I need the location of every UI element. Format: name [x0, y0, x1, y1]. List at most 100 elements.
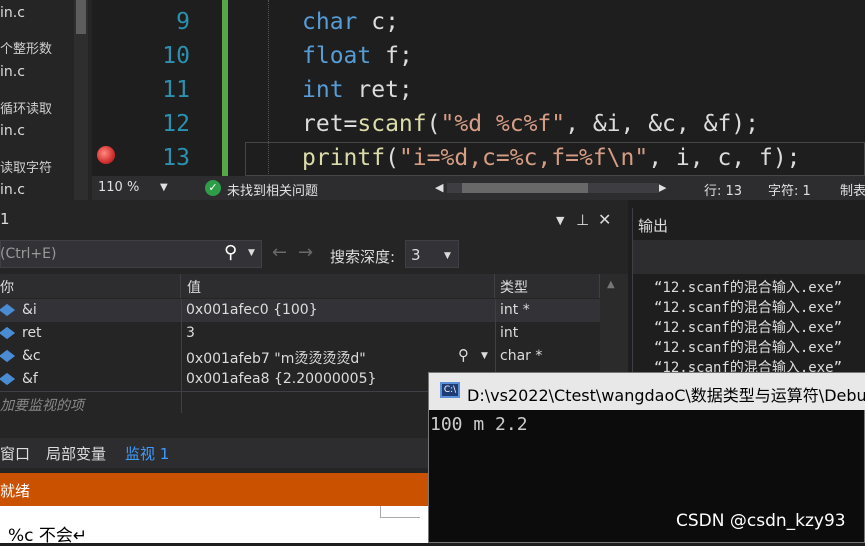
code-line[interactable]: float f; — [302, 43, 413, 69]
scroll-up-icon[interactable]: ▲ — [607, 279, 615, 290]
column-header-type[interactable]: 类型 — [495, 274, 600, 298]
watch-row-name: &c — [22, 348, 41, 364]
column-header-label: 值 — [187, 280, 201, 296]
tab-locals[interactable]: 局部变量 — [46, 443, 106, 464]
breakpoint-icon[interactable] — [97, 146, 115, 164]
tab-window[interactable]: 窗口 — [0, 443, 30, 464]
code-text: f; — [371, 43, 413, 69]
tab-mode-indicator[interactable]: 制表 — [840, 180, 865, 199]
solution-file-item[interactable]: in.c — [0, 5, 25, 21]
variable-icon — [0, 349, 16, 363]
output-line: “12.scanf的混合输入.exe” — [654, 300, 843, 316]
variable-icon — [0, 372, 16, 386]
solution-file-item[interactable]: 读取字符 — [0, 157, 52, 176]
watch-row-type: int * — [500, 302, 530, 318]
line-number: 13 — [162, 145, 190, 171]
code-text: ( — [426, 111, 441, 137]
solution-file-item[interactable]: 循环读取 — [0, 98, 52, 117]
watch-row[interactable]: &c 0x001afeb7 "m烫烫烫烫d" ⚲ ▼ char * — [0, 345, 600, 368]
chevron-down-icon[interactable]: ▼ — [444, 251, 451, 261]
keyword: int — [302, 77, 344, 103]
solution-file-item[interactable]: in.c — [0, 64, 25, 80]
watch-row-name: ret — [22, 325, 42, 341]
close-icon[interactable]: ✕ — [598, 210, 611, 229]
scroll-left-icon[interactable]: ◀ — [435, 181, 443, 194]
search-placeholder: (Ctrl+E) — [0, 246, 57, 262]
explorer-scroll-thumb[interactable] — [76, 0, 86, 34]
watermark: CSDN @csdn_kzy93 — [676, 511, 846, 531]
watch-row-name: &i — [22, 302, 37, 318]
code-line[interactable]: int ret; — [302, 77, 413, 103]
code-line[interactable]: printf("i=%d,c=%c,f=%f\n", i, c, f); — [302, 145, 801, 171]
horizontal-scroll-thumb[interactable] — [462, 183, 588, 193]
line-number: 12 — [162, 111, 190, 137]
console-title-bar[interactable]: D:\vs2022\Ctest\wangdaoC\数据类型与运算符\Debug — [429, 373, 865, 410]
watch-row[interactable]: &i 0x001afec0 {100} int * — [0, 299, 600, 322]
watch-row[interactable]: ret 3 int — [0, 322, 600, 345]
code-text: , i, c, f); — [648, 145, 801, 171]
visualizer-dropdown-icon[interactable]: ▼ — [481, 351, 488, 361]
line-number: 11 — [162, 77, 190, 103]
console-title: D:\vs2022\Ctest\wangdaoC\数据类型与运算符\Debug — [467, 386, 865, 405]
forward-arrow-icon[interactable]: → — [298, 242, 313, 263]
output-line: “12.scanf的混合输入.exe” — [654, 280, 843, 296]
column-divider — [181, 299, 182, 413]
string-literal: "i=%d,c=%c,f=%f\n" — [398, 145, 649, 171]
watch-row-type: int — [500, 325, 519, 341]
char-indicator: 字符: 1 — [768, 184, 811, 199]
variable-icon — [0, 326, 16, 340]
watch-panel-title: 1 — [0, 210, 10, 228]
search-depth-label: 搜索深度: — [330, 248, 396, 266]
solution-file-item[interactable]: in.c — [0, 182, 25, 198]
back-arrow-icon[interactable]: ← — [272, 242, 287, 263]
column-header-label: 你 — [0, 280, 14, 296]
column-header-value[interactable]: 值 — [181, 274, 495, 298]
solution-file-item[interactable]: in.c — [0, 123, 25, 139]
console-output: 100 m 2.2 — [430, 414, 528, 435]
code-text: ret; — [343, 77, 413, 103]
watch-row-value: 0x001afec0 {100} — [186, 302, 318, 318]
line-number: 9 — [176, 9, 190, 35]
pin-icon[interactable]: ⊥ — [576, 211, 589, 229]
add-watch-placeholder: 加要监视的项 — [0, 398, 84, 414]
string-literal: "%d %c%f" — [440, 111, 566, 137]
issues-status[interactable]: 未找到相关问题 — [227, 180, 318, 199]
output-line: “12.scanf的混合输入.exe” — [654, 320, 843, 336]
code-text: ret= — [302, 111, 358, 137]
column-header-name[interactable]: 你 — [0, 274, 181, 298]
scroll-right-icon[interactable]: ▶ — [658, 181, 666, 194]
debug-tab-strip: 窗口 局部变量 监视 1 — [0, 438, 428, 468]
output-panel-title: 输出 — [638, 217, 669, 235]
column-header-label: 类型 — [500, 280, 528, 296]
tab-watch-1[interactable]: 监视 1 — [125, 443, 169, 464]
line-indicator: 行: 13 — [704, 184, 743, 199]
page-corner-mark — [380, 506, 420, 518]
variable-icon — [0, 303, 16, 317]
zoom-dropdown-icon[interactable]: ▼ — [160, 182, 168, 193]
function-name: printf — [302, 145, 386, 171]
code-text: c; — [357, 9, 399, 35]
search-dropdown-icon[interactable]: ▼ — [248, 248, 255, 258]
search-icon[interactable]: ⚲ — [224, 242, 237, 263]
keyword: char — [302, 9, 358, 35]
line-number: 10 — [162, 43, 190, 69]
zoom-level[interactable]: 110 % — [98, 180, 139, 195]
code-text: , &i, &c, &f); — [565, 111, 759, 137]
change-indicator-bar — [222, 0, 228, 176]
code-line[interactable]: char c; — [302, 9, 399, 35]
watch-row-value: 0x001afea8 {2.20000005} — [186, 371, 377, 387]
status-bar: 就绪 — [0, 473, 428, 506]
document-text: %c 不会↵ — [8, 526, 88, 546]
code-text: ( — [385, 145, 399, 171]
search-depth-value: 3 — [411, 246, 421, 264]
watch-row-name: &f — [22, 371, 38, 387]
code-line[interactable]: ret=scanf("%d %c%f", &i, &c, &f); — [302, 111, 759, 137]
console-app-icon: C:\ — [440, 382, 460, 398]
watch-row-type: char * — [500, 348, 543, 364]
document-page: %c 不会↵ — [0, 506, 428, 546]
function-name: scanf — [357, 111, 427, 137]
solution-file-item[interactable]: 个整形数 — [0, 38, 52, 57]
panel-menu-icon[interactable]: ▼ — [556, 214, 564, 227]
magnifier-icon[interactable]: ⚲ — [458, 346, 469, 364]
check-circle-icon: ✓ — [205, 180, 221, 196]
